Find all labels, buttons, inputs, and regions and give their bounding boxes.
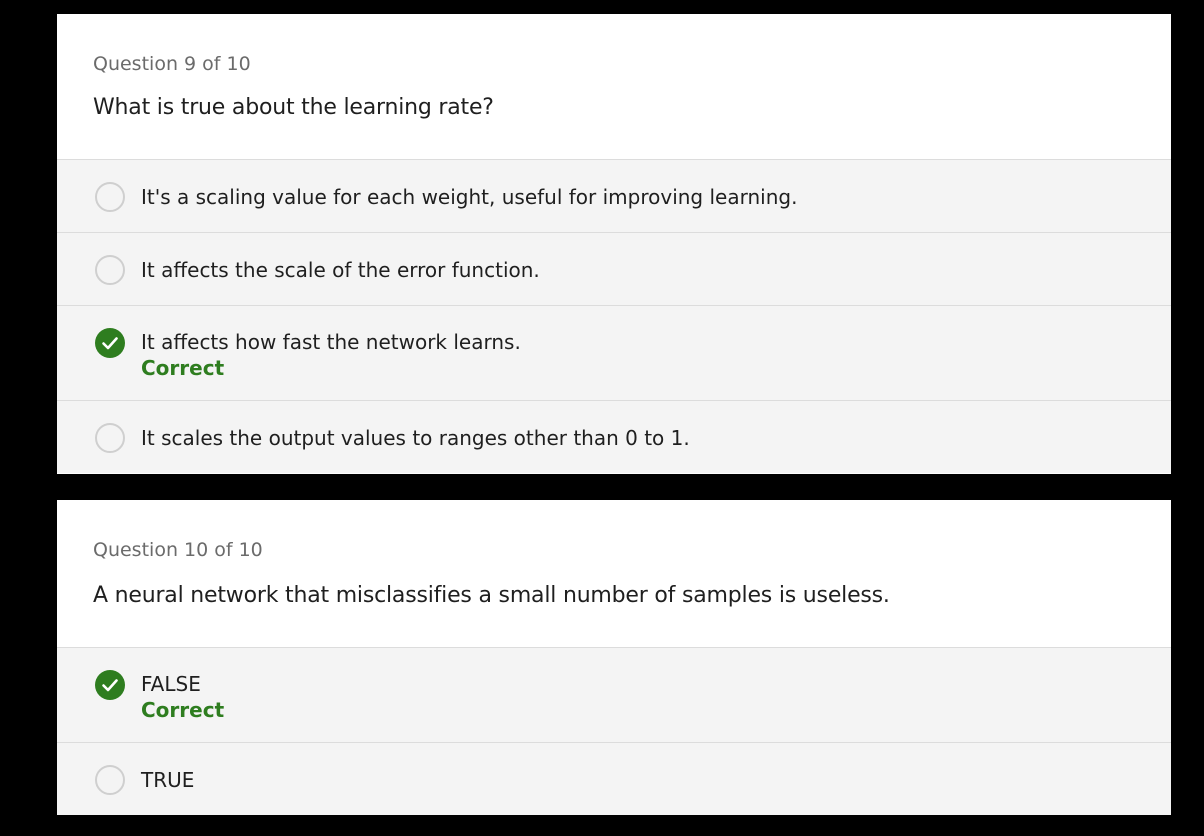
answer-option-label: It affects how fast the network learns. <box>141 330 521 354</box>
answer-option[interactable]: It scales the output values to ranges ot… <box>57 401 1171 473</box>
radio-circle-icon[interactable] <box>95 255 125 285</box>
question-card-10: Question 10 of 10 A neural network that … <box>57 500 1171 815</box>
answer-option-label: It affects the scale of the error functi… <box>141 258 540 282</box>
answer-option[interactable]: It affects the scale of the error functi… <box>57 233 1171 306</box>
radio-circle-icon[interactable] <box>95 765 125 795</box>
radio-circle-icon[interactable] <box>95 423 125 453</box>
question-text: What is true about the learning rate? <box>93 95 494 120</box>
question-counter: Question 10 of 10 <box>93 539 263 561</box>
question-header: Question 9 of 10 What is true about the … <box>57 14 1171 160</box>
answer-option[interactable]: TRUE <box>57 743 1171 815</box>
answer-option[interactable]: It's a scaling value for each weight, us… <box>57 160 1171 233</box>
answer-option-label: It scales the output values to ranges ot… <box>141 426 690 450</box>
answer-option-selected[interactable]: It affects how fast the network learns. … <box>57 306 1171 401</box>
checkmark-circle-icon[interactable] <box>95 670 125 700</box>
checkmark-circle-icon[interactable] <box>95 328 125 358</box>
correct-feedback: Correct <box>141 698 225 722</box>
answer-option-label: TRUE <box>141 768 195 792</box>
question-card-9: Question 9 of 10 What is true about the … <box>57 14 1171 474</box>
radio-circle-icon[interactable] <box>95 182 125 212</box>
question-header: Question 10 of 10 A neural network that … <box>57 500 1171 648</box>
question-counter: Question 9 of 10 <box>93 53 251 75</box>
answer-option-label: It's a scaling value for each weight, us… <box>141 185 798 209</box>
answer-option-label: FALSE <box>141 672 201 696</box>
answer-option-selected[interactable]: FALSE Correct <box>57 648 1171 743</box>
correct-feedback: Correct <box>141 356 225 380</box>
question-text: A neural network that misclassifies a sm… <box>93 583 890 608</box>
